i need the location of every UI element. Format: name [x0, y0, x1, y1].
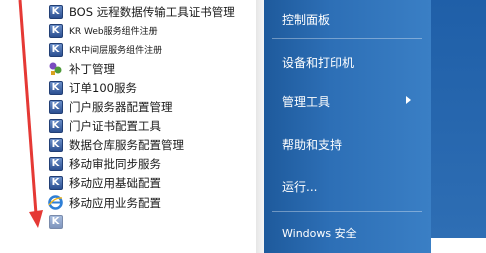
- program-label: BOS 远程数据传输工具证书管理: [69, 4, 235, 19]
- menu-item-help-support[interactable]: 帮助和支持: [282, 136, 342, 153]
- kingdee-icon: K: [48, 42, 63, 57]
- patch-icon: [48, 61, 63, 76]
- kingdee-icon: K: [48, 137, 63, 152]
- menu-separator: [272, 211, 422, 212]
- kingdee-icon: K: [48, 214, 63, 229]
- program-label: 订单100服务: [69, 80, 137, 95]
- menu-separator: [272, 38, 422, 39]
- program-label: 补丁管理: [69, 61, 115, 76]
- program-item-portal-server[interactable]: K 门户服务器配置管理: [48, 97, 258, 116]
- menu-item-windows-security[interactable]: Windows 安全: [282, 225, 357, 241]
- program-item-mobile-business[interactable]: 移动应用业务配置: [48, 193, 258, 212]
- program-label: 门户证书配置工具: [69, 118, 161, 133]
- program-item-portal-cert[interactable]: K 门户证书配置工具: [48, 116, 258, 135]
- kingdee-icon: K: [48, 175, 63, 190]
- kingdee-icon: K: [48, 118, 63, 133]
- program-label: KR中间层服务组件注册: [69, 46, 163, 56]
- program-item-kr-middle[interactable]: K KR中间层服务组件注册: [48, 40, 258, 59]
- menu-item-run[interactable]: 运行...: [282, 178, 317, 195]
- program-item-order100[interactable]: K 订单100服务: [48, 78, 258, 97]
- desktop-wallpaper: [431, 0, 486, 238]
- ie-icon: [48, 195, 63, 210]
- program-label: 移动应用基础配置: [69, 175, 161, 190]
- chevron-right-icon: [406, 96, 411, 104]
- program-label: KR Web服务组件注册: [69, 27, 158, 37]
- program-item-bos-cert[interactable]: K BOS 远程数据传输工具证书管理: [48, 2, 258, 21]
- menu-item-devices-printers[interactable]: 设备和打印机: [282, 54, 354, 71]
- kingdee-icon: K: [48, 99, 63, 114]
- kingdee-icon: K: [48, 156, 63, 171]
- program-item-data-warehouse[interactable]: K 数据仓库服务配置管理: [48, 135, 258, 154]
- kingdee-icon: K: [48, 80, 63, 95]
- program-label: 数据仓库服务配置管理: [69, 137, 184, 152]
- program-label: 移动应用业务配置: [69, 195, 161, 210]
- kingdee-icon: K: [48, 23, 63, 38]
- program-item-mobile-approval[interactable]: K 移动审批同步服务: [48, 154, 258, 173]
- scrollbar[interactable]: [256, 0, 264, 253]
- menu-item-control-panel[interactable]: 控制面板: [282, 11, 330, 28]
- program-item-partial[interactable]: K: [48, 212, 258, 231]
- kingdee-icon: K: [48, 4, 63, 19]
- program-item-mobile-basic[interactable]: K 移动应用基础配置: [48, 173, 258, 192]
- programs-list: K BOS 远程数据传输工具证书管理 K KR Web服务组件注册 K KR中间…: [0, 0, 262, 253]
- screenshot-canvas: K BOS 远程数据传输工具证书管理 K KR Web服务组件注册 K KR中间…: [0, 0, 486, 253]
- program-item-patch[interactable]: 补丁管理: [48, 59, 258, 78]
- program-item-kr-web[interactable]: K KR Web服务组件注册: [48, 21, 258, 40]
- program-label: 门户服务器配置管理: [69, 99, 173, 114]
- menu-item-admin-tools[interactable]: 管理工具: [282, 93, 330, 110]
- program-label: 移动审批同步服务: [69, 156, 161, 171]
